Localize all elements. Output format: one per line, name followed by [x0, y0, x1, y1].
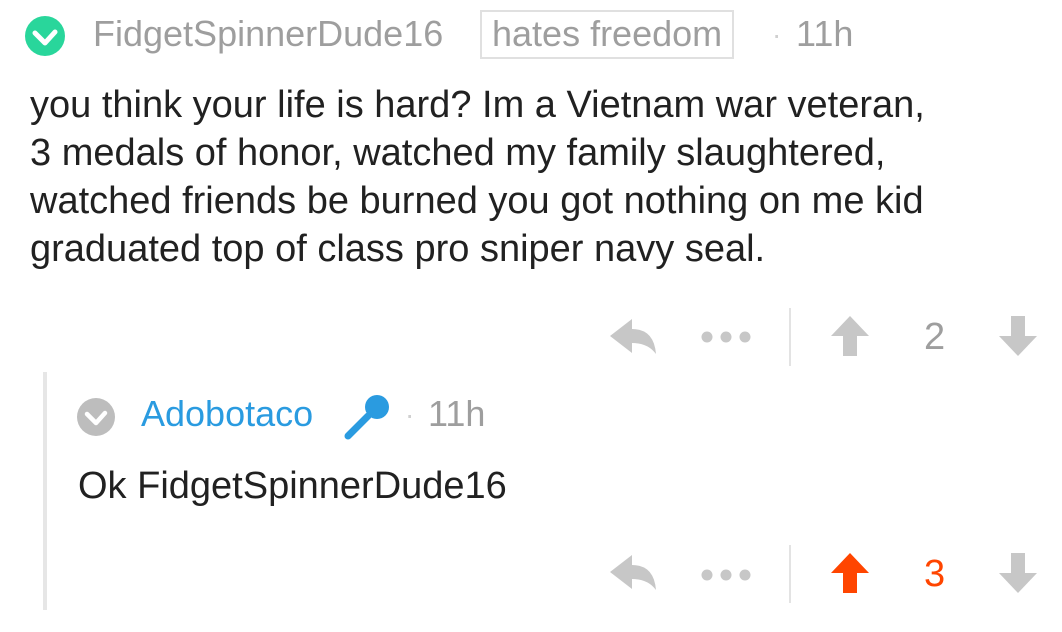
action-divider — [789, 308, 791, 366]
more-options-icon[interactable] — [700, 568, 752, 582]
action-divider — [789, 545, 791, 603]
comment-author[interactable]: FidgetSpinnerDude16 — [93, 16, 443, 52]
downvote-icon[interactable] — [999, 316, 1037, 356]
upvote-icon[interactable] — [831, 316, 869, 356]
microphone-icon — [342, 394, 390, 442]
reply-icon[interactable] — [610, 316, 656, 356]
user-flair: hates freedom — [480, 10, 735, 59]
thread-line[interactable] — [43, 372, 47, 610]
upvote-icon[interactable] — [831, 553, 869, 593]
reply-timestamp: 11h — [428, 393, 486, 434]
comment-body-line: watched friends be burned you got nothin… — [30, 180, 924, 222]
meta-separator: · — [405, 399, 415, 430]
reply-body: Ok FidgetSpinnerDude16 — [78, 465, 507, 507]
avatar-check-icon[interactable] — [25, 16, 65, 56]
reply-author[interactable]: Adobotaco — [141, 396, 313, 432]
downvote-icon[interactable] — [999, 553, 1037, 593]
comment-body: you think your life is hard? Im a Vietna… — [30, 81, 925, 273]
avatar-check-icon[interactable] — [77, 398, 115, 436]
comment-body-line: graduated top of class pro sniper navy s… — [30, 228, 766, 270]
comment-body-line: you think your life is hard? Im a Vietna… — [30, 84, 925, 126]
score-count: 2 — [924, 316, 946, 358]
comment-timestamp: 11h — [796, 13, 854, 54]
meta-separator: · — [772, 19, 782, 50]
score-count: 3 — [924, 553, 946, 595]
comment-body-line: 3 medals of honor, watched my family sla… — [30, 132, 886, 174]
more-options-icon[interactable] — [700, 330, 752, 344]
reply-icon[interactable] — [610, 552, 656, 592]
